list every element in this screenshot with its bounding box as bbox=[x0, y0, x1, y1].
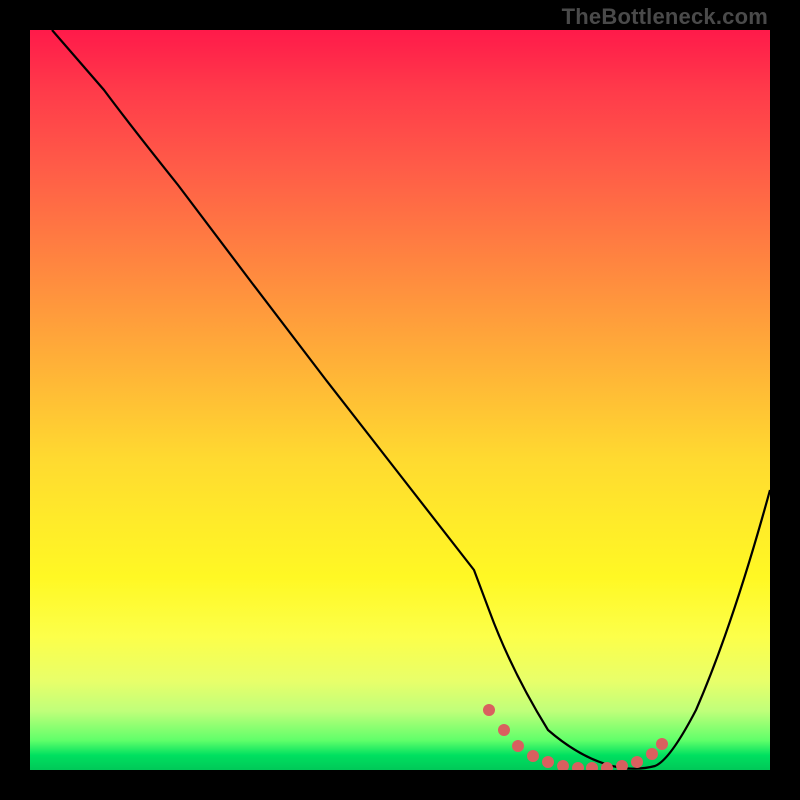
bottleneck-curve-line bbox=[52, 30, 770, 769]
chart-container: TheBottleneck.com bbox=[0, 0, 800, 800]
optimal-zone-dots bbox=[483, 704, 668, 770]
curve-svg bbox=[30, 30, 770, 770]
plot-area bbox=[30, 30, 770, 770]
watermark-text: TheBottleneck.com bbox=[562, 4, 768, 30]
